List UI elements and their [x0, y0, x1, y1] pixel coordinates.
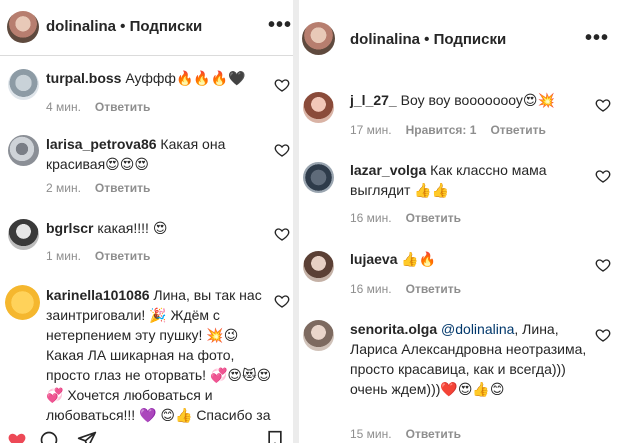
comment-username[interactable]: lujaeva [350, 251, 397, 267]
heart-icon[interactable] [595, 257, 611, 273]
reply-button[interactable]: Ответить [406, 282, 461, 296]
heart-icon[interactable] [6, 430, 28, 443]
author-avatar[interactable] [7, 11, 39, 43]
comment-username[interactable]: karinella101086 [46, 287, 150, 303]
comment-body: Ауффф🔥🔥🔥🖤 [125, 70, 246, 86]
comment-icon[interactable] [38, 430, 60, 443]
commenter-avatar[interactable] [303, 92, 334, 123]
comment-time: 17 мин. [350, 123, 392, 137]
comment-time: 15 мин. [350, 427, 392, 441]
comment-text-block: bgrlscr какая!!!! 😍 [46, 218, 271, 238]
commenter-avatar[interactable] [8, 135, 39, 166]
comment-username[interactable]: larisa_petrova86 [46, 136, 157, 152]
comment-meta: 4 мин. Ответить [46, 100, 150, 114]
subscriptions-link[interactable]: Подписки [434, 31, 507, 48]
reply-button[interactable]: Ответить [406, 427, 461, 441]
more-icon[interactable]: ••• [268, 14, 292, 37]
header-title: dolinalina • Подписки [46, 18, 202, 35]
header-separator: • [116, 18, 130, 35]
comment-text-block: larisa_petrova86 Какая она красивая😍😍😍 [46, 134, 271, 174]
comment-meta: 15 мин. Ответить [350, 427, 461, 441]
comment-meta: 1 мин. Ответить [46, 249, 150, 263]
comment-meta: 17 мин. Нравится: 1 Ответить [350, 123, 546, 137]
comment-time: 16 мин. [350, 282, 392, 296]
comment-meta: 16 мин. Ответить [350, 282, 461, 296]
comment-username[interactable]: turpal.boss [46, 70, 121, 86]
comment-text-block: senorita.olga @dolinalina, Лина, Лариса … [350, 319, 595, 399]
comment-body: 👍🔥 [401, 251, 437, 267]
post-header: dolinalina • Подписки ••• [0, 0, 293, 56]
comment-text-block: lazar_volga Как классно мама выглядит 👍👍 [350, 160, 595, 200]
heart-icon[interactable] [595, 168, 611, 184]
comment-text-block: j_l_27_ Воу воу воооооооу😍💥 [350, 90, 595, 110]
comment-text-block: lujaeva 👍🔥 [350, 249, 595, 269]
commenter-avatar[interactable] [8, 219, 39, 250]
heart-icon[interactable] [274, 142, 290, 158]
post-action-bar [0, 426, 293, 443]
comment-username[interactable]: bgrlscr [46, 220, 93, 236]
comment-username[interactable]: senorita.olga [350, 321, 437, 337]
commenter-avatar[interactable] [8, 69, 39, 100]
comment-body: какая!!!! 😍 [97, 220, 168, 236]
mention-link[interactable]: @dolinalina [441, 321, 514, 337]
comment-username[interactable]: lazar_volga [350, 162, 426, 178]
commenter-avatar[interactable] [303, 320, 334, 351]
comment-time: 1 мин. [46, 249, 81, 263]
reply-button[interactable]: Ответить [490, 123, 545, 137]
author-username[interactable]: dolinalina [46, 18, 116, 35]
heart-icon[interactable] [274, 226, 290, 242]
heart-icon[interactable] [595, 97, 611, 113]
heart-icon[interactable] [595, 327, 611, 343]
comment-time: 2 мин. [46, 181, 81, 195]
comment-meta: 16 мин. Ответить [350, 211, 461, 225]
left-panel: dolinalina • Подписки ••• turpal.boss Ау… [0, 0, 293, 443]
right-panel: dolinalina • Подписки ••• j_l_27_ Воу во… [299, 0, 620, 443]
comment-meta: 2 мин. Ответить [46, 181, 150, 195]
bookmark-icon[interactable] [264, 430, 286, 443]
commenter-avatar[interactable] [5, 285, 40, 320]
reply-button[interactable]: Ответить [95, 181, 150, 195]
header-title: dolinalina • Подписки [350, 31, 506, 48]
more-icon[interactable]: ••• [585, 27, 609, 50]
comment-body: Лина, вы так нас заинтриговали! 🎉 Ждём с… [46, 287, 272, 443]
comment-text-block: karinella101086 Лина, вы так нас заинтри… [46, 285, 274, 443]
heart-icon[interactable] [274, 77, 290, 93]
comment-text-block: turpal.boss Ауффф🔥🔥🔥🖤 [46, 68, 271, 88]
author-avatar[interactable] [302, 22, 335, 55]
share-icon[interactable] [76, 430, 98, 443]
author-username[interactable]: dolinalina [350, 31, 420, 48]
comment-body: Воу воу воооооооу😍💥 [400, 92, 555, 108]
commenter-avatar[interactable] [303, 162, 334, 193]
commenter-avatar[interactable] [303, 251, 334, 282]
comment-username[interactable]: j_l_27_ [350, 92, 397, 108]
heart-icon[interactable] [274, 293, 290, 309]
comment-time: 16 мин. [350, 211, 392, 225]
header-separator: • [420, 31, 434, 48]
likes-count[interactable]: Нравится: 1 [406, 123, 477, 137]
reply-button[interactable]: Ответить [406, 211, 461, 225]
subscriptions-link[interactable]: Подписки [130, 18, 203, 35]
reply-button[interactable]: Ответить [95, 100, 150, 114]
comment-time: 4 мин. [46, 100, 81, 114]
post-header: dolinalina • Подписки ••• [299, 0, 620, 80]
reply-button[interactable]: Ответить [95, 249, 150, 263]
